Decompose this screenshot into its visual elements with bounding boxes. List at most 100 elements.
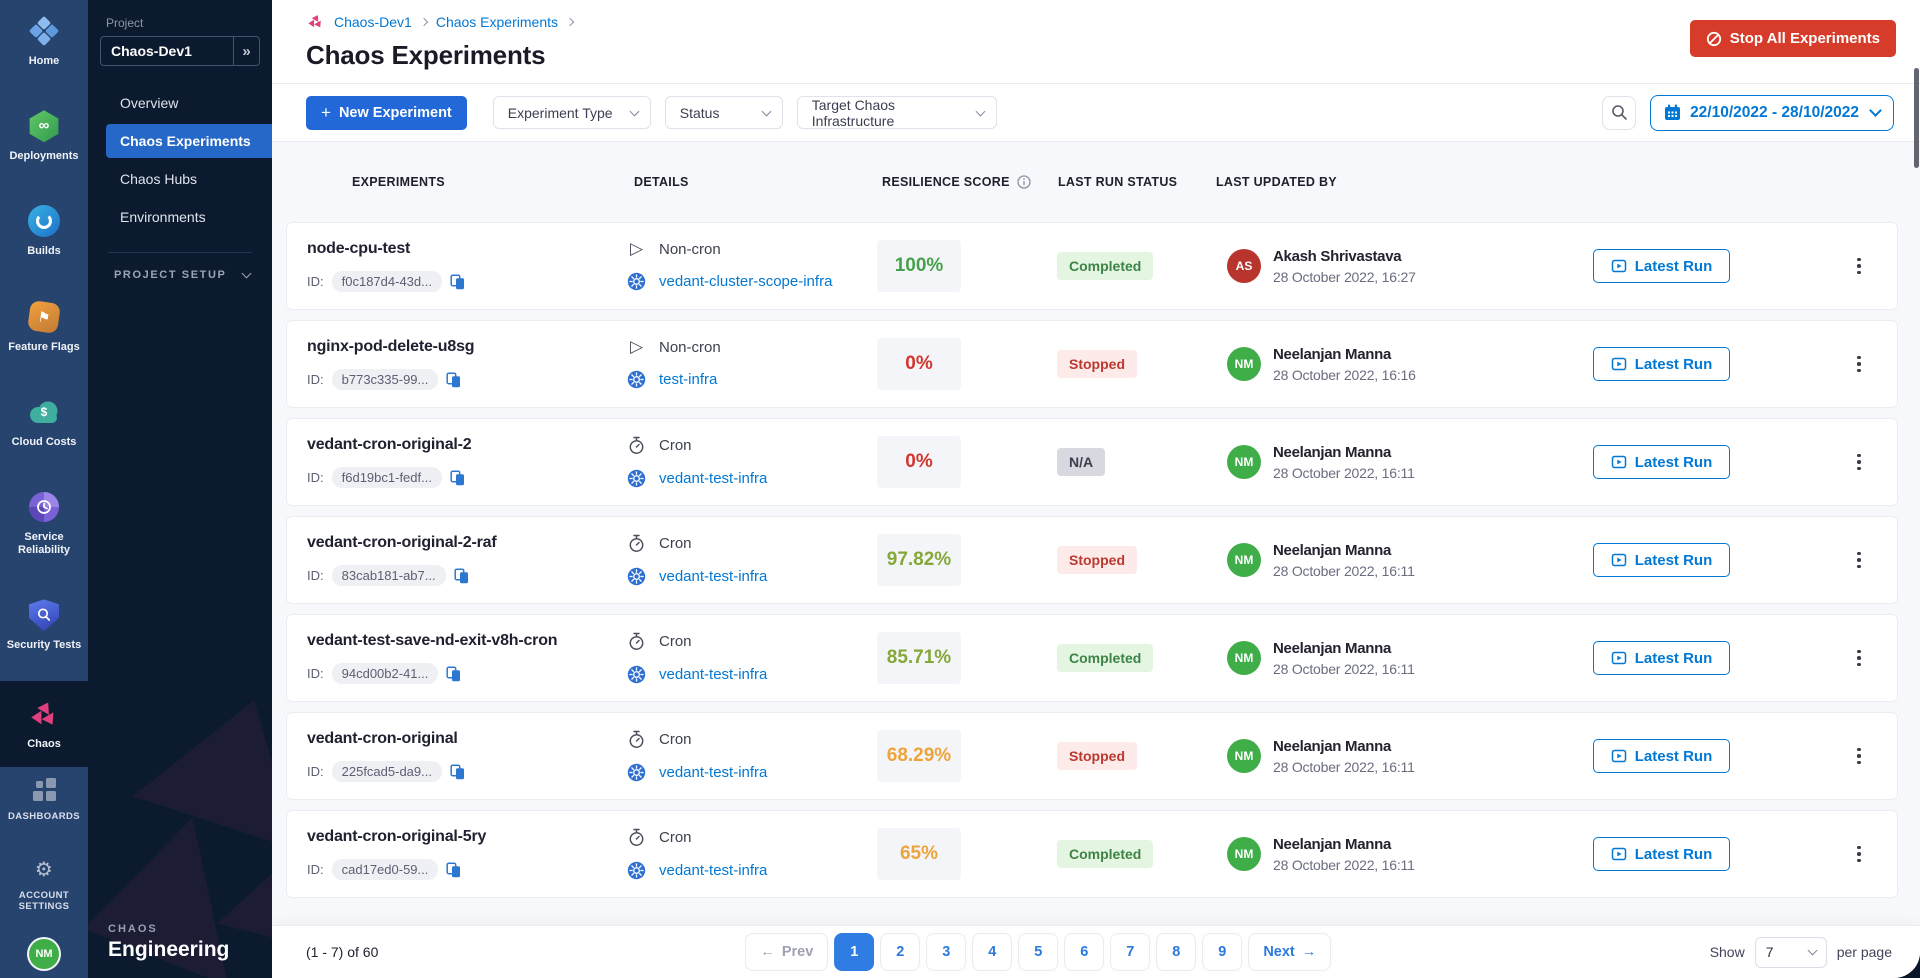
experiment-name[interactable]: vedant-cron-original-2-raf xyxy=(307,534,627,552)
page-title: Chaos Experiments xyxy=(306,40,1896,71)
rail-item-service-reliability[interactable]: Service Reliability xyxy=(0,484,88,563)
breadcrumb-project-link[interactable]: Chaos-Dev1 xyxy=(334,14,412,30)
breadcrumb-experiments-link[interactable]: Chaos Experiments xyxy=(436,14,558,30)
rail-item-deployments[interactable]: ∞ Deployments xyxy=(0,103,88,169)
infrastructure-link[interactable]: vedant-test-infra xyxy=(659,470,767,487)
project-setup-toggle[interactable]: PROJECT SETUP xyxy=(100,269,260,281)
rail-item-home[interactable]: Home xyxy=(0,8,88,74)
rail-item-label: Security Tests xyxy=(7,639,81,652)
user-avatar[interactable]: NM xyxy=(29,939,59,969)
page-number-button[interactable]: 1 xyxy=(834,933,874,971)
search-button[interactable] xyxy=(1602,96,1636,130)
rail-item-builds[interactable]: Builds xyxy=(0,198,88,264)
experiment-cell: vedant-test-save-nd-exit-v8h-cron ID: 94… xyxy=(307,632,627,684)
chevron-down-icon xyxy=(242,269,252,279)
table-header-row: EXPERIMENTS DETAILS RESILIENCE SCORE LAS… xyxy=(286,142,1898,222)
copy-icon[interactable] xyxy=(446,372,461,388)
sidebar-item-environments[interactable]: Environments xyxy=(106,200,260,234)
infrastructure-link[interactable]: vedant-test-infra xyxy=(659,568,767,585)
rail-item-security-tests[interactable]: Security Tests xyxy=(0,592,88,658)
page-number-button[interactable]: 3 xyxy=(926,933,966,971)
user-name: Neelanjan Manna xyxy=(1273,542,1415,559)
row-menu-kebab-icon[interactable] xyxy=(1853,646,1865,671)
copy-icon[interactable] xyxy=(450,764,465,780)
copy-icon[interactable] xyxy=(446,862,461,878)
prev-page-button[interactable]: ← Prev xyxy=(745,933,828,971)
row-menu-kebab-icon[interactable] xyxy=(1853,842,1865,867)
experiment-name[interactable]: node-cpu-test xyxy=(307,240,627,258)
rail-item-label: Service Reliability xyxy=(2,531,86,557)
experiment-type-filter[interactable]: Experiment Type xyxy=(493,96,651,129)
copy-icon[interactable] xyxy=(450,470,465,486)
score-cell: 68.29% xyxy=(877,730,1057,782)
experiment-name[interactable]: vedant-cron-original-2 xyxy=(307,436,627,454)
table-row: vedant-cron-original-2-raf ID: 83cab181-… xyxy=(286,516,1898,604)
page-number-button[interactable]: 8 xyxy=(1156,933,1196,971)
next-page-button[interactable]: Next → xyxy=(1248,933,1331,971)
new-experiment-button[interactable]: + New Experiment xyxy=(306,96,467,130)
infrastructure-link[interactable]: test-infra xyxy=(659,371,717,388)
rail-item-label: DASHBOARDS xyxy=(8,811,80,822)
page-number-button[interactable]: 2 xyxy=(880,933,920,971)
project-selector[interactable]: Chaos-Dev1 » xyxy=(100,36,260,66)
copy-icon[interactable] xyxy=(450,274,465,290)
infrastructure-link[interactable]: vedant-test-infra xyxy=(659,862,767,879)
row-menu-kebab-icon[interactable] xyxy=(1853,352,1865,377)
date-range-picker[interactable]: 22/10/2022 - 28/10/2022 xyxy=(1650,95,1894,131)
infrastructure-link[interactable]: vedant-test-infra xyxy=(659,764,767,781)
rail-item-chaos[interactable]: Chaos xyxy=(0,681,88,767)
infrastructure-icon xyxy=(627,763,646,782)
latest-run-button[interactable]: Latest Run xyxy=(1593,837,1730,871)
details-cell: ▷ Non-cron xyxy=(627,339,877,389)
per-page-select[interactable]: 7 xyxy=(1755,937,1827,968)
page-number-button[interactable]: 9 xyxy=(1202,933,1242,971)
latest-run-button[interactable]: Latest Run xyxy=(1593,347,1730,381)
page-number-button[interactable]: 4 xyxy=(972,933,1012,971)
stop-all-experiments-button[interactable]: Stop All Experiments xyxy=(1690,20,1896,57)
user-name: Neelanjan Manna xyxy=(1273,346,1416,363)
scrollbar[interactable] xyxy=(1914,68,1919,168)
target-infrastructure-filter[interactable]: Target Chaos Infrastructure xyxy=(797,96,997,129)
latest-run-button[interactable]: Latest Run xyxy=(1593,543,1730,577)
run-icon xyxy=(1611,356,1627,372)
resilience-score: 0% xyxy=(877,338,961,390)
row-menu-kebab-icon[interactable] xyxy=(1853,744,1865,769)
gear-icon: ⚙ xyxy=(27,852,61,886)
latest-run-button[interactable]: Latest Run xyxy=(1593,445,1730,479)
sidebar-item-chaos-hubs[interactable]: Chaos Hubs xyxy=(106,162,260,196)
date-range-value: 22/10/2022 - 28/10/2022 xyxy=(1690,104,1859,122)
row-menu-kebab-icon[interactable] xyxy=(1853,450,1865,475)
rail-item-dashboards[interactable]: DASHBOARDS xyxy=(0,767,88,828)
row-menu-kebab-icon[interactable] xyxy=(1853,254,1865,279)
page-number-button[interactable]: 5 xyxy=(1018,933,1058,971)
rail-item-feature-flags[interactable]: ⚑ Feature Flags xyxy=(0,294,88,360)
experiment-name[interactable]: vedant-test-save-nd-exit-v8h-cron xyxy=(307,632,627,650)
latest-run-button[interactable]: Latest Run xyxy=(1593,739,1730,773)
sidebar-item-chaos-experiments[interactable]: Chaos Experiments xyxy=(106,124,272,158)
rail-item-account-settings[interactable]: ⚙ ACCOUNT SETTINGS xyxy=(0,846,88,919)
experiment-name[interactable]: vedant-cron-original xyxy=(307,730,627,748)
avatar: AS xyxy=(1227,249,1261,283)
infrastructure-link[interactable]: vedant-test-infra xyxy=(659,666,767,683)
rail-item-cloud-costs[interactable]: $ Cloud Costs xyxy=(0,389,88,455)
status-badge: Stopped xyxy=(1057,742,1137,770)
feature-flags-icon: ⚑ xyxy=(27,300,61,334)
copy-icon[interactable] xyxy=(454,568,469,584)
sidebar-item-overview[interactable]: Overview xyxy=(106,86,260,120)
row-menu-kebab-icon[interactable] xyxy=(1853,548,1865,573)
experiment-name[interactable]: vedant-cron-original-5ry xyxy=(307,828,627,846)
chevron-down-icon xyxy=(1807,946,1817,956)
collapse-sidebar-icon[interactable]: » xyxy=(233,37,259,65)
resilience-score: 100% xyxy=(877,240,961,292)
latest-run-button[interactable]: Latest Run xyxy=(1593,249,1730,283)
status-filter[interactable]: Status xyxy=(665,96,783,129)
infrastructure-link[interactable]: vedant-cluster-scope-infra xyxy=(659,273,832,290)
experiment-name[interactable]: nginx-pod-delete-u8sg xyxy=(307,338,627,356)
user-name: Neelanjan Manna xyxy=(1273,738,1415,755)
page-number-button[interactable]: 7 xyxy=(1110,933,1150,971)
info-icon[interactable] xyxy=(1017,175,1031,189)
experiments-table: EXPERIMENTS DETAILS RESILIENCE SCORE LAS… xyxy=(272,142,1920,926)
latest-run-button[interactable]: Latest Run xyxy=(1593,641,1730,675)
copy-icon[interactable] xyxy=(446,666,461,682)
page-number-button[interactable]: 6 xyxy=(1064,933,1104,971)
